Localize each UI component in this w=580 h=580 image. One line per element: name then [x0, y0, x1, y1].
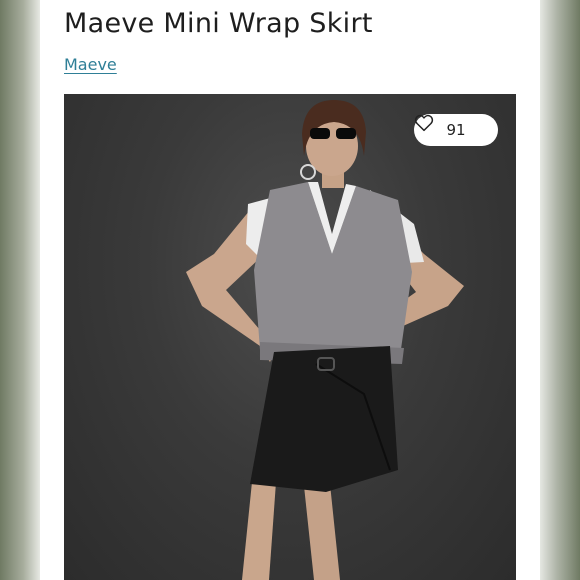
listing-title: Maeve Mini Wrap Skirt [64, 8, 373, 39]
product-photo[interactable]: 91 [64, 94, 516, 580]
brand-link[interactable]: Maeve [64, 55, 117, 74]
like-button[interactable]: 91 [414, 114, 498, 146]
heart-outline-icon [414, 114, 434, 132]
listing-card: Maeve Mini Wrap Skirt Maeve 91 [40, 0, 540, 580]
like-count: 91 [446, 121, 466, 139]
model-illustration [186, 100, 464, 580]
